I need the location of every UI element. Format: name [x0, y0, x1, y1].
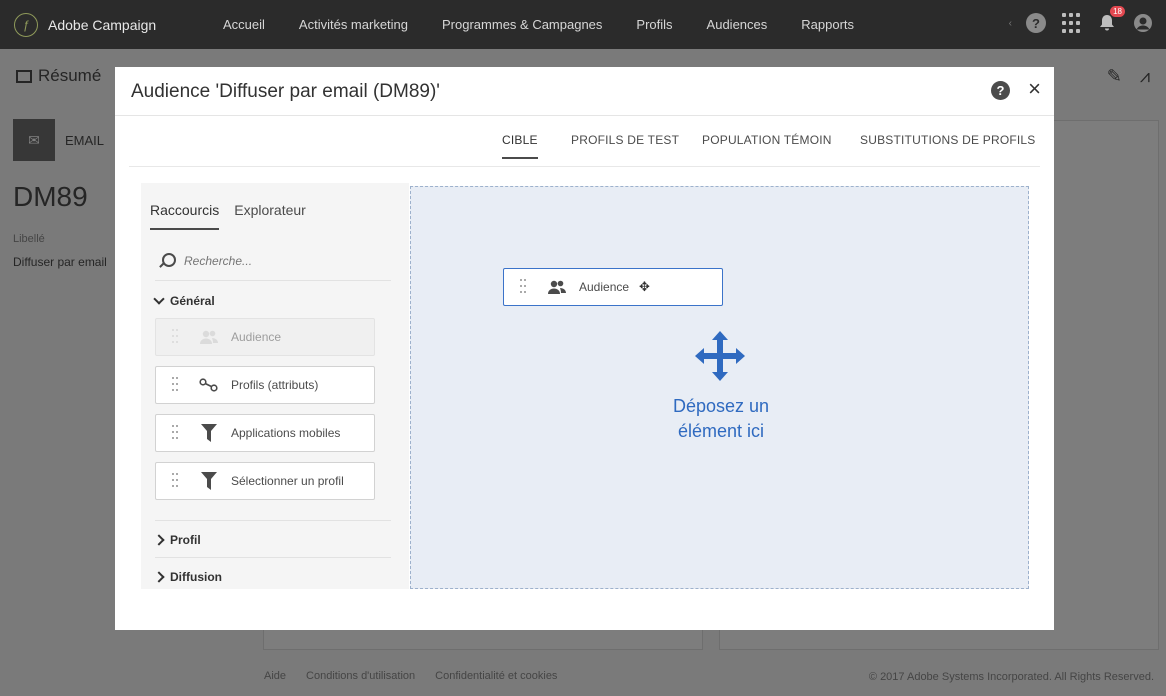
section-divider — [155, 520, 391, 521]
palette-tab-raccourcis[interactable]: Raccourcis — [150, 202, 220, 230]
section-divider — [155, 557, 391, 558]
drop-here-message: Déposez un élément ici — [672, 396, 770, 441]
brand[interactable]: ƒ Adobe Campaign — [14, 12, 204, 37]
user-avatar-icon[interactable] — [1132, 12, 1154, 34]
nav-item-rapports[interactable]: Rapports — [801, 17, 854, 32]
palette-item-label: Sélectionner un profil — [231, 474, 344, 488]
chevron-right-icon — [153, 571, 165, 583]
shortcuts-palette: Raccourcis Explorateur Général Audience … — [141, 183, 409, 589]
apps-grid-icon[interactable] — [1060, 12, 1082, 34]
brand-name: Adobe Campaign — [48, 16, 157, 33]
palette-item-label: Profils (attributs) — [231, 378, 319, 392]
palette-item-applications-mobiles[interactable]: Applications mobiles — [155, 414, 375, 452]
drag-handle-icon[interactable] — [172, 473, 178, 489]
palette-item-audience: Audience — [155, 318, 375, 356]
palette-search — [155, 241, 391, 281]
dragged-item-label: Audience — [579, 280, 630, 294]
tab-substitutions-de-profils[interactable]: SUBSTITUTIONS DE PROFILS — [860, 133, 1036, 147]
filter-icon — [198, 424, 220, 442]
audience-modal: Audience 'Diffuser par email (DM89)' ? ×… — [115, 67, 1054, 630]
nav-item-profils[interactable]: Profils — [636, 17, 672, 32]
help-icon[interactable]: ? — [1026, 13, 1046, 33]
palette-tabs: Raccourcis Explorateur — [150, 202, 306, 230]
palette-item-label: Applications mobiles — [231, 426, 341, 440]
relation-icon — [198, 376, 220, 394]
tab-cible[interactable]: CIBLE — [502, 133, 538, 159]
main-nav: Accueil Activités marketing Programmes &… — [223, 17, 888, 32]
top-navigation-bar: ƒ Adobe Campaign Accueil Activités marke… — [0, 0, 1166, 49]
close-icon[interactable]: × — [1028, 78, 1041, 100]
section-general-label: Général — [170, 294, 215, 308]
section-diffusion-label: Diffusion — [170, 570, 222, 584]
modal-tabs: CIBLE PROFILS DE TEST POPULATION TÉMOIN … — [129, 116, 1040, 167]
palette-item-profils-attributs[interactable]: Profils (attributs) — [155, 366, 375, 404]
nav-item-activites-marketing[interactable]: Activités marketing — [299, 17, 408, 32]
top-icons: ‹ ? 18 — [1009, 6, 1154, 34]
tab-profils-de-test[interactable]: PROFILS DE TEST — [571, 133, 679, 147]
section-profil-label: Profil — [170, 533, 201, 547]
chevron-right-icon — [153, 534, 165, 546]
palette-item-selectionner-un-profil[interactable]: Sélectionner un profil — [155, 462, 375, 500]
notification-count-badge: 18 — [1110, 6, 1125, 17]
drag-handle-icon[interactable] — [172, 377, 178, 393]
bell-icon[interactable]: 18 — [1096, 6, 1125, 34]
chevron-down-icon — [153, 293, 165, 305]
drag-handle-icon — [172, 329, 178, 345]
help-icon[interactable]: ? — [991, 81, 1010, 100]
move-arrows-icon — [695, 331, 745, 381]
users-icon — [198, 328, 220, 346]
dragged-audience-item[interactable]: Audience ✥ — [503, 268, 723, 306]
users-icon — [546, 278, 568, 296]
workflow-drop-zone[interactable]: Audience ✥ Déposez un élément ici — [410, 186, 1029, 589]
filter-icon — [198, 472, 220, 490]
section-general[interactable]: Général — [153, 293, 215, 308]
nav-item-programmes-campagnes[interactable]: Programmes & Campagnes — [442, 17, 602, 32]
nav-item-accueil[interactable]: Accueil — [223, 17, 265, 32]
palette-item-label: Audience — [231, 330, 282, 344]
search-icon — [158, 252, 176, 270]
section-diffusion[interactable]: Diffusion — [153, 570, 222, 584]
tab-population-temoin[interactable]: POPULATION TÉMOIN — [702, 133, 832, 147]
drag-handle-icon[interactable] — [520, 279, 526, 295]
nav-item-audiences[interactable]: Audiences — [707, 17, 768, 32]
move-cursor-icon: ✥ — [639, 279, 650, 294]
modal-title: Audience 'Diffuser par email (DM89)' — [131, 81, 440, 102]
palette-tab-explorateur[interactable]: Explorateur — [234, 202, 306, 218]
section-profil[interactable]: Profil — [153, 533, 201, 547]
adobe-campaign-logo-icon: ƒ — [14, 12, 38, 37]
modal-header: Audience 'Diffuser par email (DM89)' ? × — [115, 67, 1054, 116]
chevron-left-icon[interactable]: ‹ — [1009, 18, 1012, 29]
drag-handle-icon[interactable] — [172, 425, 178, 441]
search-input[interactable] — [184, 253, 374, 268]
